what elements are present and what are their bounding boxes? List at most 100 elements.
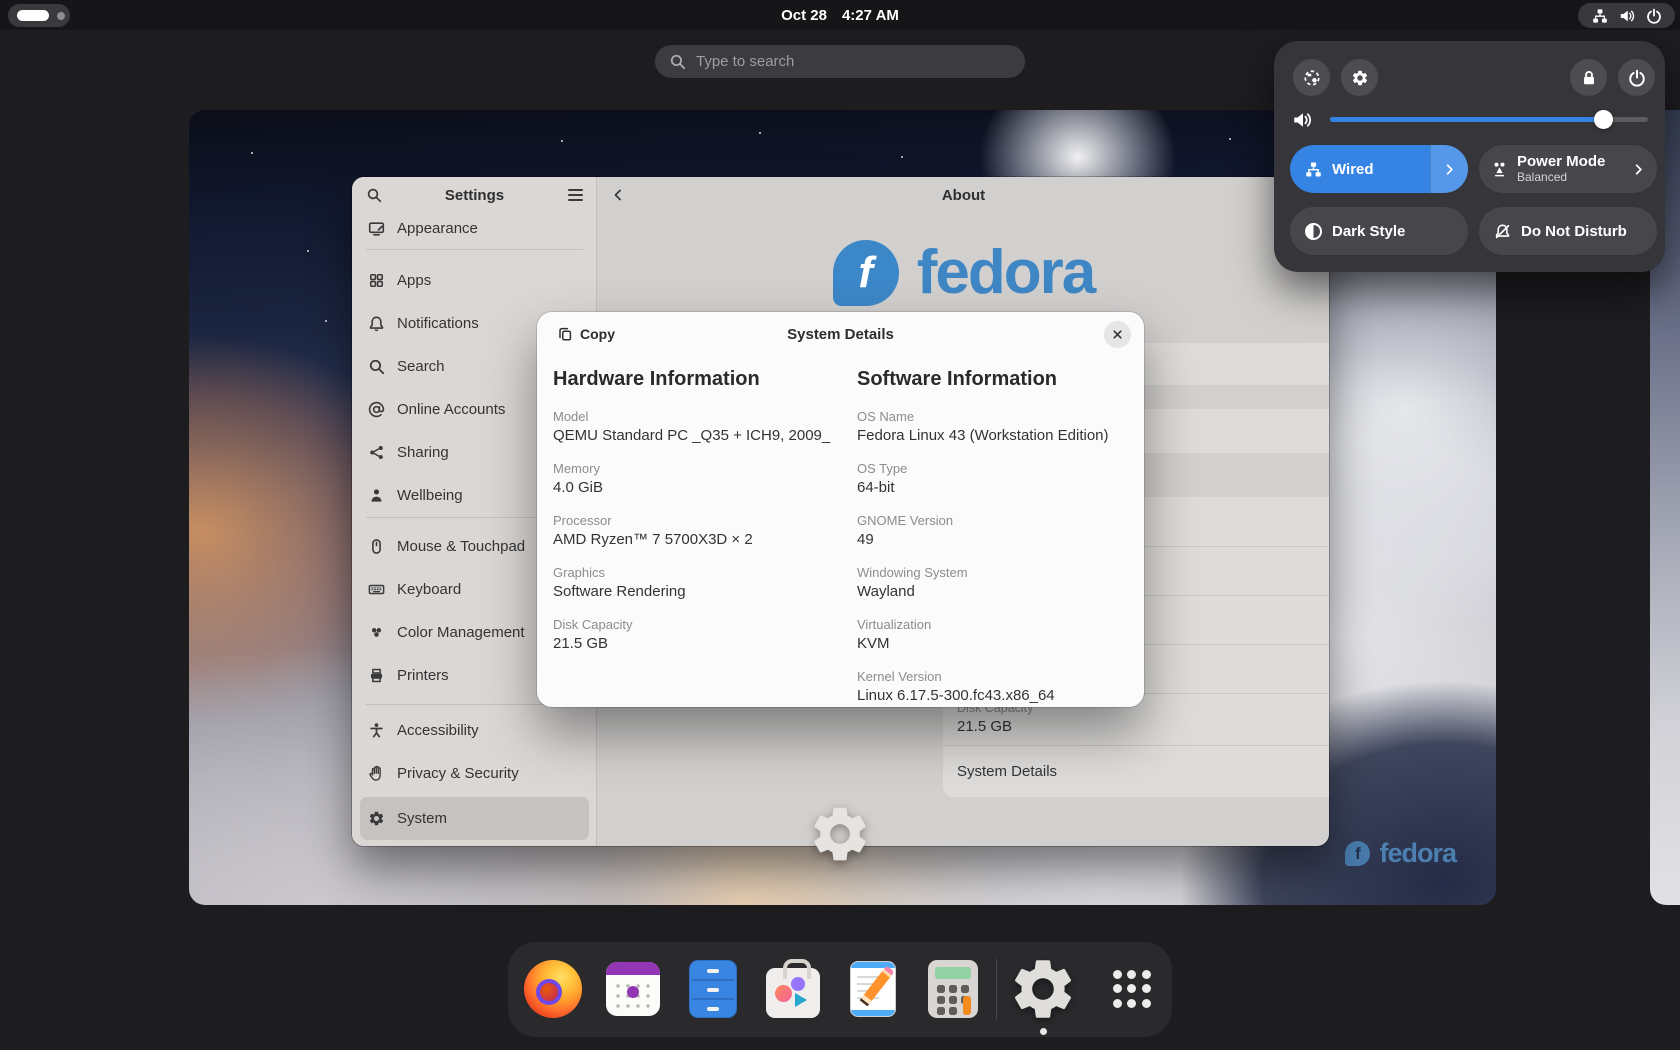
star: [1229, 138, 1231, 140]
search-icon: [368, 358, 385, 375]
content-headerbar: About: [598, 177, 1329, 213]
fedora-logo-block: f fedora: [598, 237, 1329, 308]
system-details-row[interactable]: System Details: [943, 745, 1329, 797]
text-editor-icon: [850, 961, 896, 1017]
info-field: VirtualizationKVM: [857, 617, 1143, 669]
overview-search-bar[interactable]: [655, 45, 1025, 78]
window-title: Settings: [352, 187, 597, 204]
info-field: ProcessorAMD Ryzen™ 7 5700X3D × 2: [553, 513, 839, 565]
time-label: 4:27 AM: [842, 7, 899, 24]
system-details-dialog: Copy System Details Hardware Information…: [537, 312, 1144, 707]
power-icon: [1646, 8, 1662, 24]
info-field: Kernel VersionLinux 6.17.5-300.fc43.x86_…: [857, 669, 1143, 721]
power-profile-icon: [1491, 161, 1508, 178]
fedora-logo-icon: f: [1345, 841, 1370, 866]
sidebar-item-apps[interactable]: Apps: [360, 259, 589, 302]
dialog-title: System Details: [537, 312, 1144, 356]
settings-button[interactable]: [1341, 59, 1378, 96]
clock-button[interactable]: Oct 28 4:27 AM: [0, 0, 1680, 30]
search-input[interactable]: [696, 53, 1011, 70]
software-info-column: Software Information OS NameFedora Linux…: [857, 368, 1143, 721]
date-label: Oct 28: [781, 7, 827, 24]
dock-separator: [996, 959, 997, 1019]
info-field: Windowing SystemWayland: [857, 565, 1143, 617]
info-field: Memory4.0 GiB: [553, 461, 839, 513]
person-icon: [368, 487, 385, 504]
at-icon: [368, 401, 385, 418]
dock-item-text-editor[interactable]: [841, 957, 905, 1021]
calendar-icon: [606, 962, 660, 1016]
app-grid-icon: [1110, 967, 1154, 1011]
top-bar: Oct 28 4:27 AM: [0, 0, 1680, 30]
bell-icon: [368, 315, 385, 332]
mouse-icon: [368, 538, 385, 555]
power-mode-toggle[interactable]: Power Mode Balanced: [1479, 145, 1657, 193]
dock-item-calendar[interactable]: [601, 957, 665, 1021]
sidebar-item-system[interactable]: System: [360, 797, 589, 840]
gear-icon: [807, 801, 873, 867]
star: [561, 140, 563, 142]
running-indicator-dot: [1040, 1028, 1047, 1035]
sidebar-item-appearance[interactable]: Appearance: [360, 207, 589, 250]
info-field: ModelQEMU Standard PC _Q35 + ICH9, 2009_: [553, 409, 839, 461]
files-icon: [689, 960, 737, 1018]
star: [251, 152, 253, 154]
volume-slider[interactable]: [1330, 117, 1648, 122]
apps-grid-icon: [368, 272, 385, 289]
lock-button[interactable]: [1570, 59, 1607, 96]
sidebar-item-privacy-security[interactable]: Privacy & Security: [360, 752, 589, 795]
settings-app-badge: [807, 801, 873, 867]
wired-toggle[interactable]: Wired: [1290, 145, 1468, 193]
network-wired-icon: [1305, 161, 1322, 178]
dark-style-toggle[interactable]: Dark Style: [1290, 207, 1468, 255]
info-field: GraphicsSoftware Rendering: [553, 565, 839, 617]
calculator-icon: [928, 960, 978, 1018]
do-not-disturb-toggle[interactable]: Do Not Disturb: [1479, 207, 1657, 255]
dock-item-firefox[interactable]: [521, 957, 585, 1021]
dialog-headerbar: Copy System Details: [537, 312, 1144, 356]
dock-item-app-grid[interactable]: [1100, 957, 1164, 1021]
close-icon: [1110, 327, 1125, 342]
software-heading: Software Information: [857, 368, 1143, 391]
power-icon: [1628, 69, 1646, 87]
wallpaper-fedora-watermark: f fedora: [1345, 838, 1456, 869]
dock-item-calculator[interactable]: [921, 957, 985, 1021]
info-field: OS Type64-bit: [857, 461, 1143, 513]
appearance-icon: [368, 220, 385, 237]
lock-icon: [1580, 69, 1598, 87]
star: [325, 320, 327, 322]
info-field: GNOME Version49: [857, 513, 1143, 565]
page-title: About: [598, 177, 1329, 213]
search-icon: [669, 53, 686, 70]
volume-icon: [1292, 110, 1312, 130]
gear-icon: [1007, 953, 1079, 1025]
network-wired-icon: [1592, 8, 1608, 24]
firefox-icon: [524, 960, 582, 1018]
color-icon: [368, 624, 385, 641]
dock-item-settings[interactable]: [1006, 957, 1080, 1021]
wired-submenu-arrow[interactable]: [1430, 145, 1468, 193]
close-button[interactable]: [1104, 321, 1131, 348]
fedora-wordmark: fedora: [1379, 838, 1456, 869]
volume-slider-handle[interactable]: [1594, 110, 1613, 129]
keyboard-icon: [368, 581, 385, 598]
gear-icon: [1351, 69, 1369, 87]
hardware-info-column: Hardware Information ModelQEMU Standard …: [553, 368, 839, 669]
system-tray[interactable]: [1578, 3, 1675, 28]
main-menu-button[interactable]: [563, 183, 587, 207]
sidebar-item-accessibility[interactable]: Accessibility: [360, 709, 589, 752]
dark-style-icon: [1305, 223, 1322, 240]
hamburger-icon: [568, 189, 583, 200]
power-button[interactable]: [1618, 59, 1655, 96]
dock-item-files[interactable]: [681, 957, 745, 1021]
info-field: Disk Capacity21.5 GB: [553, 617, 839, 669]
hand-icon: [368, 765, 385, 782]
gear-icon: [368, 810, 385, 827]
star: [759, 132, 761, 134]
screenshot-button[interactable]: [1293, 59, 1330, 96]
sidebar-divider: [366, 249, 583, 250]
fedora-logo-icon: f: [833, 240, 899, 306]
dock-item-software[interactable]: [761, 957, 825, 1021]
power-mode-submenu-arrow[interactable]: [1619, 145, 1657, 193]
fedora-wordmark: fedora: [917, 237, 1094, 308]
